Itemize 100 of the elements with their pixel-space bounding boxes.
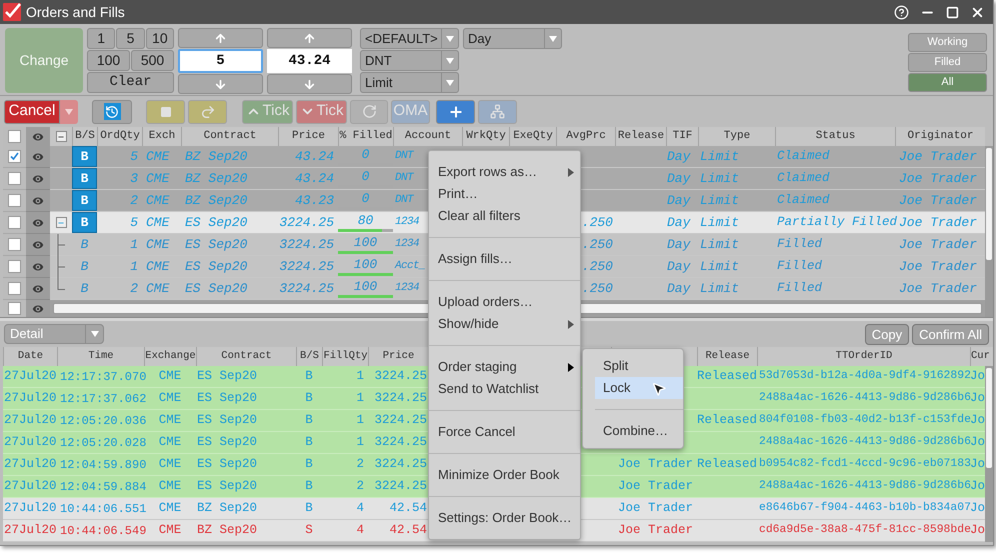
table-cell-text: Claimed (777, 148, 830, 166)
table-cell-text: 2 (130, 192, 138, 210)
table-cell-text: ES Sep20 (185, 236, 248, 254)
table-cell-text: B (305, 390, 313, 408)
table-cell-text: 5 (130, 214, 138, 232)
table-cell-text: BZ Sep20 (185, 170, 248, 188)
table-cell-text: 3224.25 (374, 456, 427, 474)
table-cell-text: Jo (970, 456, 986, 474)
table-cell-text: Day (667, 214, 690, 232)
table-cell-text: 12:05:20.036 (60, 412, 146, 430)
table-cell-text: CME (146, 192, 170, 210)
table-cell-text: CME (146, 214, 170, 232)
table-cell-text: Day (667, 170, 690, 188)
table-cell-text: 1 (356, 390, 364, 408)
table-cell-text: CME (146, 280, 170, 298)
table-cell-text: B (305, 500, 313, 518)
table-cell-text: 27Jul20 (4, 390, 57, 408)
table-cell-text: Jo (970, 478, 986, 496)
table-cell-text: 12:04:59.890 (60, 456, 146, 474)
table-cell-text: .250 (582, 214, 613, 232)
table-cell-text: DNT (395, 171, 414, 186)
table-cell-text: Day (667, 258, 690, 276)
table-cell-text: 27Jul20 (4, 500, 57, 518)
table-cell-text: ES Sep20 (185, 258, 248, 276)
table-cell-text: 1234 (395, 281, 420, 296)
table-cell-text: CME (158, 456, 182, 474)
table-cell-text: ES Sep20 (185, 214, 248, 232)
table-cell-text: CME (158, 500, 182, 518)
table-cell-text: 27Jul20 (4, 522, 57, 540)
table-cell-text: ES Sep20 (197, 390, 258, 408)
table-cell-text: Jo (970, 434, 986, 452)
table-cell-text: Limit (700, 170, 740, 188)
table-cell-text: 3224.25 (279, 258, 334, 276)
table-cell-text: Filled (777, 280, 822, 298)
table-cell-text: BZ Sep20 (185, 148, 248, 166)
table-cell-text: 3224.25 (279, 236, 334, 254)
table-cell-text: 804f0108-fb03-40d2-b13f-c153fde (759, 412, 971, 428)
table-cell-text: BZ Sep20 (197, 500, 258, 518)
table-cell-text: Joe Trader (618, 478, 694, 496)
table-cell-text: B (80, 236, 88, 254)
table-cell-text: 2488a4ac-1626-4413-9d86-9d286b6 (759, 478, 971, 494)
table-cell-text: 3224.25 (279, 214, 334, 232)
table-cell-text: 43.24 (294, 170, 334, 188)
table-cell-text: ES Sep20 (197, 368, 258, 386)
table-cell-text: Limit (700, 258, 740, 276)
table-cell-text: 10:44:06.551 (60, 500, 146, 518)
table-cell-text: 2 (130, 280, 138, 298)
table-cell-text: 27Jul20 (4, 412, 57, 430)
table-cell-text: Limit (700, 148, 740, 166)
table-cell-text: 27Jul20 (4, 368, 57, 386)
table-cell-text: 42.54 (389, 522, 427, 540)
table-cell-text: ES Sep20 (185, 280, 248, 298)
table-cell-text: Limit (700, 214, 740, 232)
table-cell-text: Day (667, 192, 690, 210)
side-label: B (72, 146, 97, 167)
table-cell-text: Day (667, 148, 690, 166)
table-cell-text: e8646b67-f904-4463-b10b-b834a07 (759, 500, 971, 516)
table-cell-text: ES Sep20 (197, 434, 258, 452)
table-cell-text: 3224.25 (374, 412, 427, 430)
table-cell-text: Limit (700, 192, 740, 210)
table-cell-text: 3 (130, 170, 138, 188)
table-cell-text: DNT (395, 149, 414, 164)
table-cell-text: Limit (700, 236, 740, 254)
table-cell-text: Joe Trader (618, 500, 694, 518)
table-cell-text: 12:05:20.028 (60, 434, 146, 452)
table-cell-text: 1234 (395, 215, 420, 230)
table-cell-text: Released (697, 368, 758, 386)
table-cell-text: 43.24 (294, 148, 334, 166)
table-cell-text: B (305, 412, 313, 430)
table-cell-text: 12:17:37.062 (60, 390, 146, 408)
table-cell-text: Released (697, 412, 758, 430)
table-cell-text: CME (146, 236, 170, 254)
table-cell-text: .250 (582, 258, 613, 276)
table-cell-text: BZ Sep20 (185, 192, 248, 210)
table-cell-text: 1 (356, 434, 364, 452)
table-cell-text: Joe Trader (899, 280, 978, 298)
table-cell-text: 2488a4ac-1626-4413-9d86-9d286b6 (759, 434, 971, 450)
table-cell-text: Claimed (777, 192, 830, 210)
table-cell-text: 2488a4ac-1626-4413-9d86-9d286b6 (759, 390, 971, 406)
table-cell-text: Day (667, 280, 690, 298)
table-cell-text: B (80, 258, 88, 276)
table-cell-text: cd6a9d5e-38a8-475f-81cc-8598bde (759, 522, 971, 538)
table-cell-text: CME (158, 390, 182, 408)
table-cell-text: Joe Trader (618, 522, 694, 540)
table-cell-text: 100 (352, 256, 378, 273)
table-cell-text: Acct_ (395, 259, 426, 274)
table-cell-text: 1 (356, 368, 364, 386)
table-cell-text: 2 (356, 478, 364, 496)
table-cell-text: S (305, 522, 313, 540)
table-cell-text: B (80, 280, 88, 298)
table-cell-text: 3224.25 (374, 390, 427, 408)
table-cell-text: Joe Trader (899, 148, 978, 166)
table-cell-text: Joe Trader (899, 214, 978, 232)
table-cell-text: 1 (130, 258, 138, 276)
table-cell-text: ES Sep20 (197, 478, 258, 496)
table-cell-text: 0 (360, 168, 370, 185)
table-cell-text: CME (146, 170, 170, 188)
table-cell-text: .250 (582, 236, 613, 254)
table-cell-text: b0954c82-fcd1-4ccd-9c96-eb07183 (759, 456, 971, 472)
table-cell-text: 0 (360, 190, 370, 207)
